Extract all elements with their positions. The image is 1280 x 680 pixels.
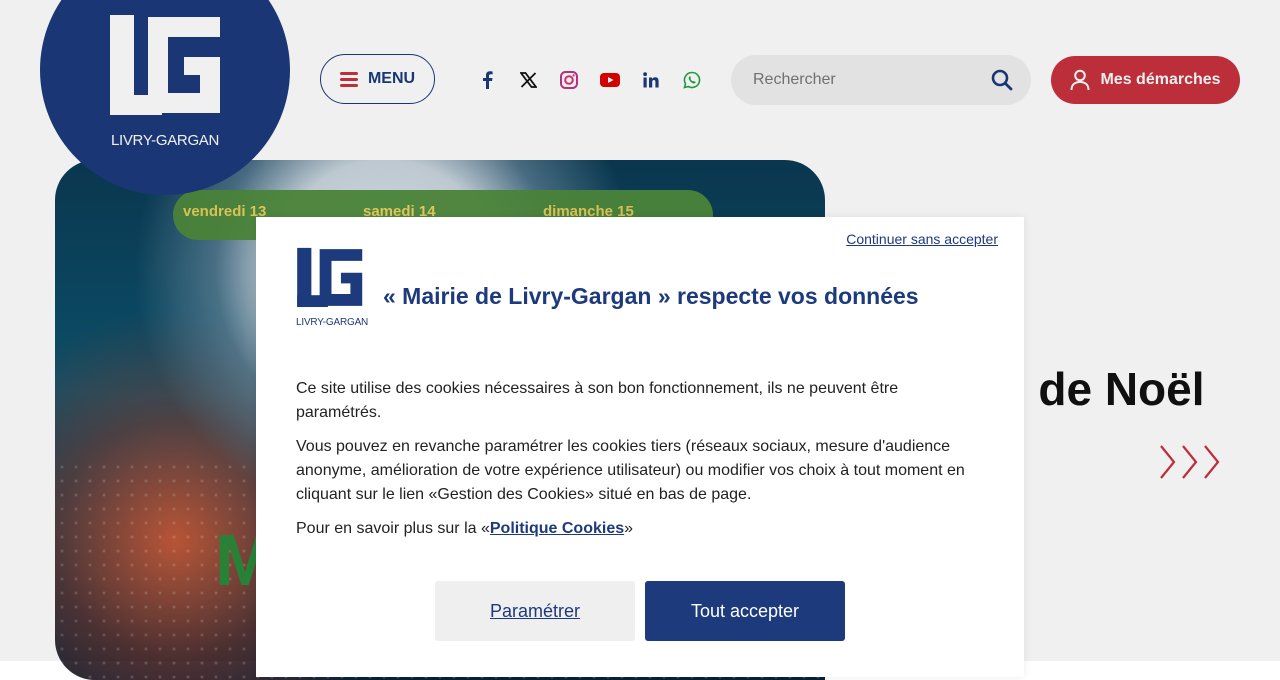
cookie-text-third-party: Vous pouvez en revanche paramétrer les c… [296, 438, 965, 503]
modal-logo-text: LIVRY-GARGAN [296, 317, 369, 328]
policy-prefix: Pour en savoir plus sur la « [296, 520, 490, 537]
cookie-text-policy: Pour en savoir plus sur la «Politique Co… [296, 517, 986, 541]
continue-without-accepting-link[interactable]: Continuer sans accepter [846, 231, 998, 247]
configure-cookies-button[interactable]: Paramétrer [435, 581, 635, 641]
accept-all-button[interactable]: Tout accepter [645, 581, 845, 641]
cookie-consent-modal: Continuer sans accepter LIVRY-GARGAN « M… [256, 217, 1024, 677]
lg-logo-icon [297, 247, 363, 308]
modal-title: « Mairie de Livry-Gargan » respecte vos … [383, 283, 919, 309]
cookie-policy-link[interactable]: Politique Cookies [490, 520, 624, 537]
page: LIVRY-GARGAN MENU Rechercher Mes démarch… [0, 0, 1280, 680]
policy-suffix: » [624, 520, 634, 537]
cookie-text-necessary: Ce site utilise des cookies nécessaires … [296, 380, 899, 421]
